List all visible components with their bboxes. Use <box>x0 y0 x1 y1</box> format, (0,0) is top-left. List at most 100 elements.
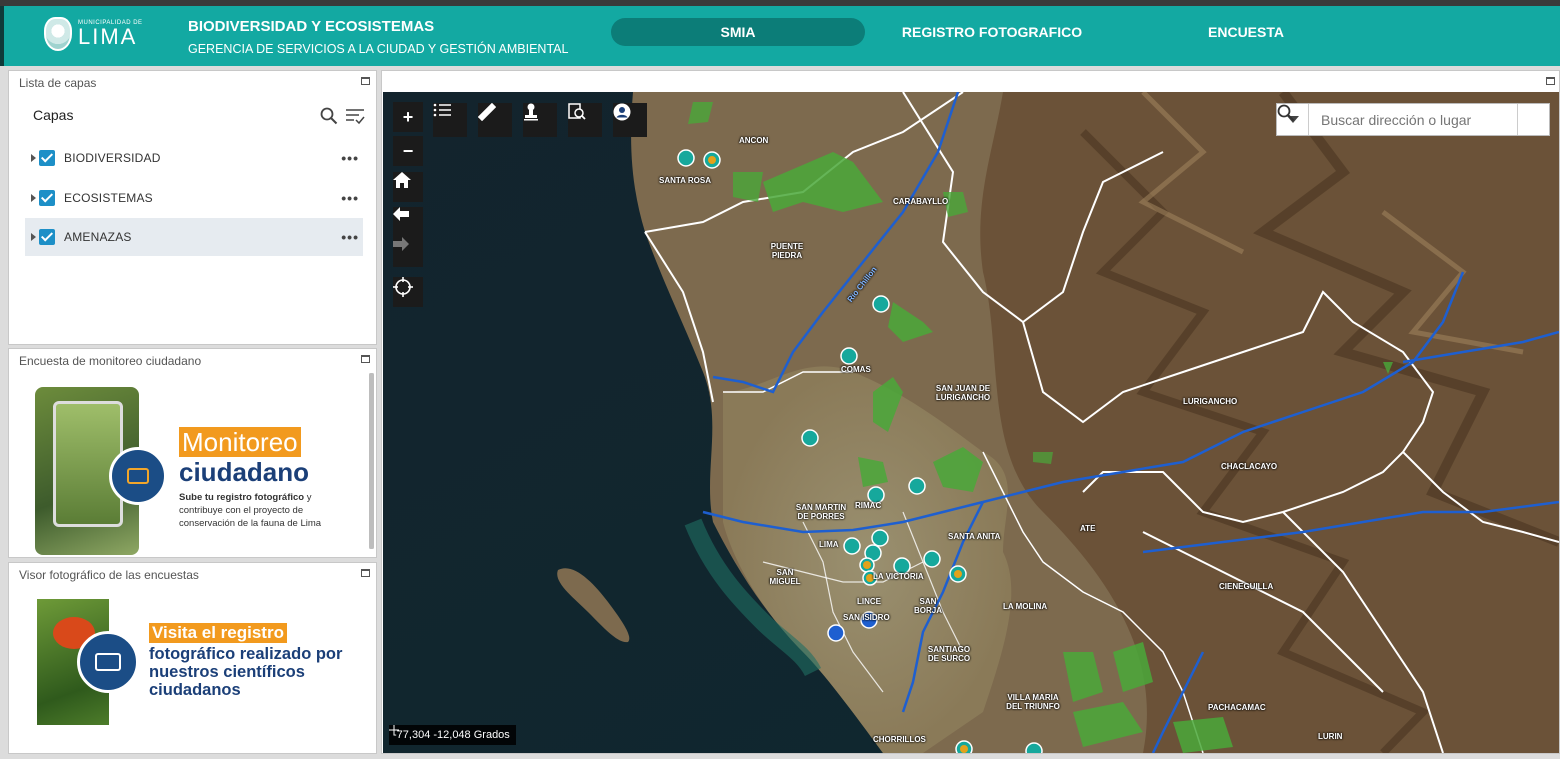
district-label: SAN JUAN DE LURIGANCHO <box>935 384 991 402</box>
survey-panel: Encuesta de monitoreo ciudadano Monitore… <box>8 348 377 558</box>
district-label: ATE <box>1080 524 1096 533</box>
coordinate-text: -77,304 -12,048 Grados <box>393 729 510 741</box>
district-label: PACHACAMAC <box>1208 703 1266 712</box>
arrow-left-icon <box>393 207 409 221</box>
panel-title: Lista de capas <box>19 76 97 90</box>
district-label: SANTIAGO DE SURCO <box>927 645 971 663</box>
photo-viewer-panel: Visor fotográfico de las encuestas Visit… <box>8 562 377 754</box>
maximize-icon[interactable] <box>1546 77 1555 85</box>
filter-list-icon[interactable] <box>345 107 365 125</box>
layer-label: BIODIVERSIDAD <box>64 151 161 165</box>
layer-item-amenazas[interactable]: AMENAZAS ••• <box>25 218 363 256</box>
locate-icon <box>393 277 413 297</box>
district-label: PUENTE PIEDRA <box>770 242 804 260</box>
search-icon[interactable] <box>320 107 338 125</box>
district-label: CARABAYLLO <box>893 197 949 206</box>
query-button[interactable] <box>568 103 602 137</box>
document-search-icon <box>568 103 586 120</box>
district-label: CHACLACAYO <box>1221 462 1278 471</box>
nav-smia[interactable]: SMIA <box>611 18 865 46</box>
user-icon <box>613 103 631 121</box>
banner-body: Sube tu registro fotográfico y contribuy… <box>179 492 322 529</box>
banner-headline-1: Monitoreo <box>179 427 301 457</box>
coordinate-display[interactable]: -77,304 -12,048 Grados <box>389 725 516 745</box>
legend-button[interactable] <box>433 103 467 137</box>
camera-location-icon <box>109 447 167 505</box>
search-input[interactable] <box>1309 104 1517 135</box>
layer-label: AMENAZAS <box>64 230 132 244</box>
previous-extent-button[interactable] <box>393 207 423 237</box>
satellite-map[interactable]: ANCON SANTA ROSA CARABAYLLO PUENTE PIEDR… <box>383 92 1559 753</box>
district-label: RIMAC <box>855 501 882 510</box>
layer-list-panel: Lista de capas Capas BIODIVERSIDAD ••• E… <box>8 70 377 345</box>
panel-scrollbar[interactable] <box>369 373 374 549</box>
photo-search-icon <box>77 631 139 693</box>
geocoder-search <box>1276 103 1550 136</box>
district-label: CHORRILLOS <box>873 735 926 744</box>
search-icon <box>1277 104 1295 122</box>
more-options-icon[interactable]: ••• <box>341 190 359 206</box>
district-label: SANTA ROSA <box>659 176 711 185</box>
measure-button[interactable] <box>478 103 512 137</box>
map-panel: ANCON SANTA ROSA CARABAYLLO PUENTE PIEDR… <box>381 70 1560 754</box>
layers-heading: Capas <box>33 107 74 123</box>
my-location-button[interactable] <box>393 277 423 307</box>
maximize-icon[interactable] <box>361 77 370 85</box>
panel-title: Encuesta de monitoreo ciudadano <box>19 354 202 368</box>
banner-headline-2: ciudadano <box>179 457 310 487</box>
survey-banner[interactable]: Monitoreo ciudadano Sube tu registro fot… <box>33 385 341 557</box>
layer-checkbox[interactable] <box>39 190 55 206</box>
district-label: LINCE <box>857 597 881 606</box>
district-label: SAN BORJA <box>913 597 942 615</box>
district-label: CIENEGUILLA <box>1219 582 1274 591</box>
banner-headline-1: Visita el registro <box>149 623 287 643</box>
panel-title: Visor fotográfico de las encuestas <box>19 568 199 582</box>
more-options-icon[interactable]: ••• <box>341 229 359 245</box>
district-label: SAN MARTIN DE PORRES <box>795 503 847 521</box>
maximize-icon[interactable] <box>361 355 370 363</box>
search-button[interactable] <box>1277 104 1549 135</box>
list-icon <box>433 103 451 117</box>
layer-item-biodiversidad[interactable]: BIODIVERSIDAD ••• <box>25 139 363 177</box>
district-label: LA VICTORIA <box>873 572 924 581</box>
lima-logo[interactable]: MUNICIPALIDAD DE LIMA <box>44 14 143 54</box>
layer-label: ECOSISTEMAS <box>64 191 153 205</box>
user-button[interactable] <box>613 103 647 137</box>
home-icon <box>393 172 411 188</box>
district-label: SANTA ANITA <box>948 532 1001 541</box>
app-subtitle: GERENCIA DE SERVICIOS A LA CIUDAD Y GEST… <box>188 42 569 56</box>
arrow-right-icon <box>393 237 409 251</box>
nav-registro-fotografico[interactable]: REGISTRO FOTOGRAFICO <box>884 18 1100 46</box>
district-label: LIMA <box>819 540 839 549</box>
expand-caret-icon[interactable] <box>31 154 36 162</box>
logo-big-text: LIMA <box>78 24 138 49</box>
district-label: LA MOLINA <box>1003 602 1048 611</box>
zoom-in-button[interactable]: + <box>393 102 423 132</box>
ruler-icon <box>478 103 496 121</box>
district-label: COMAS <box>841 365 871 374</box>
next-extent-button[interactable] <box>393 237 423 267</box>
district-label: LURIGANCHO <box>1183 397 1238 406</box>
maximize-icon[interactable] <box>361 569 370 577</box>
district-label: ANCON <box>739 136 769 145</box>
more-options-icon[interactable]: ••• <box>341 150 359 166</box>
expand-caret-icon[interactable] <box>31 194 36 202</box>
district-label: SAN MIGUEL <box>769 568 801 586</box>
district-label: LURIN <box>1318 732 1343 741</box>
viewer-banner[interactable]: Visita el registro fotográfico realizado… <box>33 599 343 727</box>
draw-button[interactable] <box>523 103 557 137</box>
district-label: VILLA MARIA DEL TRIUNFO <box>1006 693 1060 711</box>
zoom-out-button[interactable]: − <box>393 136 423 166</box>
app-title: BIODIVERSIDAD Y ECOSISTEMAS <box>188 18 435 35</box>
layer-item-ecosistemas[interactable]: ECOSISTEMAS ••• <box>25 179 363 217</box>
home-button[interactable] <box>393 172 423 202</box>
crosshair-icon <box>389 725 399 735</box>
layer-checkbox[interactable] <box>39 150 55 166</box>
app-header: MUNICIPALIDAD DE LIMA BIODIVERSIDAD Y EC… <box>0 6 1560 66</box>
banner-headline-2: fotográfico realizado por nuestros cient… <box>149 645 343 699</box>
stamp-icon <box>524 103 538 121</box>
lima-crest-icon <box>44 17 72 51</box>
expand-caret-icon[interactable] <box>31 233 36 241</box>
nav-encuesta[interactable]: ENCUESTA <box>1184 18 1308 46</box>
layer-checkbox[interactable] <box>39 229 55 245</box>
